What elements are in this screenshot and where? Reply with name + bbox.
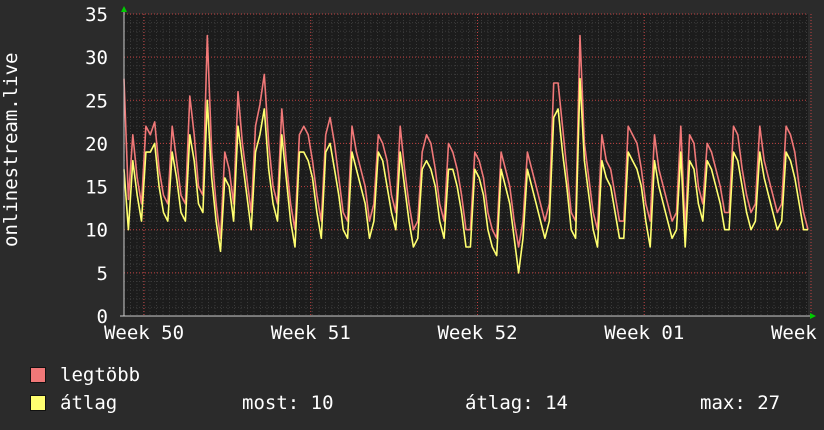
y-axis-arrow-icon [121, 6, 127, 12]
stat-avg-label: átlag: [465, 392, 534, 414]
y-axis-label: onlinestream.live [0, 52, 22, 247]
y-tick-label: 20 [85, 133, 108, 155]
x-tick-label: Week 02 [771, 322, 824, 344]
y-tick-label: 10 [85, 220, 108, 242]
legend-swatch-avg [30, 395, 46, 411]
stat-now-label: most: [242, 392, 300, 414]
stat-avg-value: 14 [545, 392, 568, 414]
legend-label-max: legtöbb [60, 364, 141, 386]
chart-svg: 05101520253035Week 50 Week 51 Week 52 Week … [85, 4, 824, 344]
x-tick-label: Week 51 [271, 322, 351, 344]
stat-max-value: 27 [757, 392, 781, 414]
legend-item-max: legtöbb [30, 363, 810, 387]
y-tick-label: 35 [85, 4, 108, 26]
stat-now-value: 10 [310, 392, 334, 414]
y-tick-label: 5 [97, 263, 108, 285]
legend-item-avg: átlag most: 10 átlag: 14 max: 27 [30, 391, 810, 415]
stat-now: most: 10 [242, 391, 334, 415]
x-tick-label: Week 52 [437, 322, 517, 344]
legend-label-avg: átlag [60, 392, 118, 414]
stat-max-label: max: [700, 392, 746, 414]
y-tick-label: 15 [85, 177, 108, 199]
legend-swatch-max [30, 367, 46, 383]
y-tick-label: 30 [85, 47, 108, 69]
y-tick-label: 25 [85, 90, 108, 112]
x-axis-arrow-icon [810, 313, 816, 319]
x-tick-label: Week 01 [604, 322, 684, 344]
stat-avg: átlag: 14 [465, 391, 568, 415]
stat-max: max: 27 [700, 391, 780, 415]
chart: 0 5 10 15 20 25 30 35 Week 50 Week 51 Week 52 Week … [0, 0, 824, 345]
x-tick-label: Week 50 [104, 322, 184, 344]
